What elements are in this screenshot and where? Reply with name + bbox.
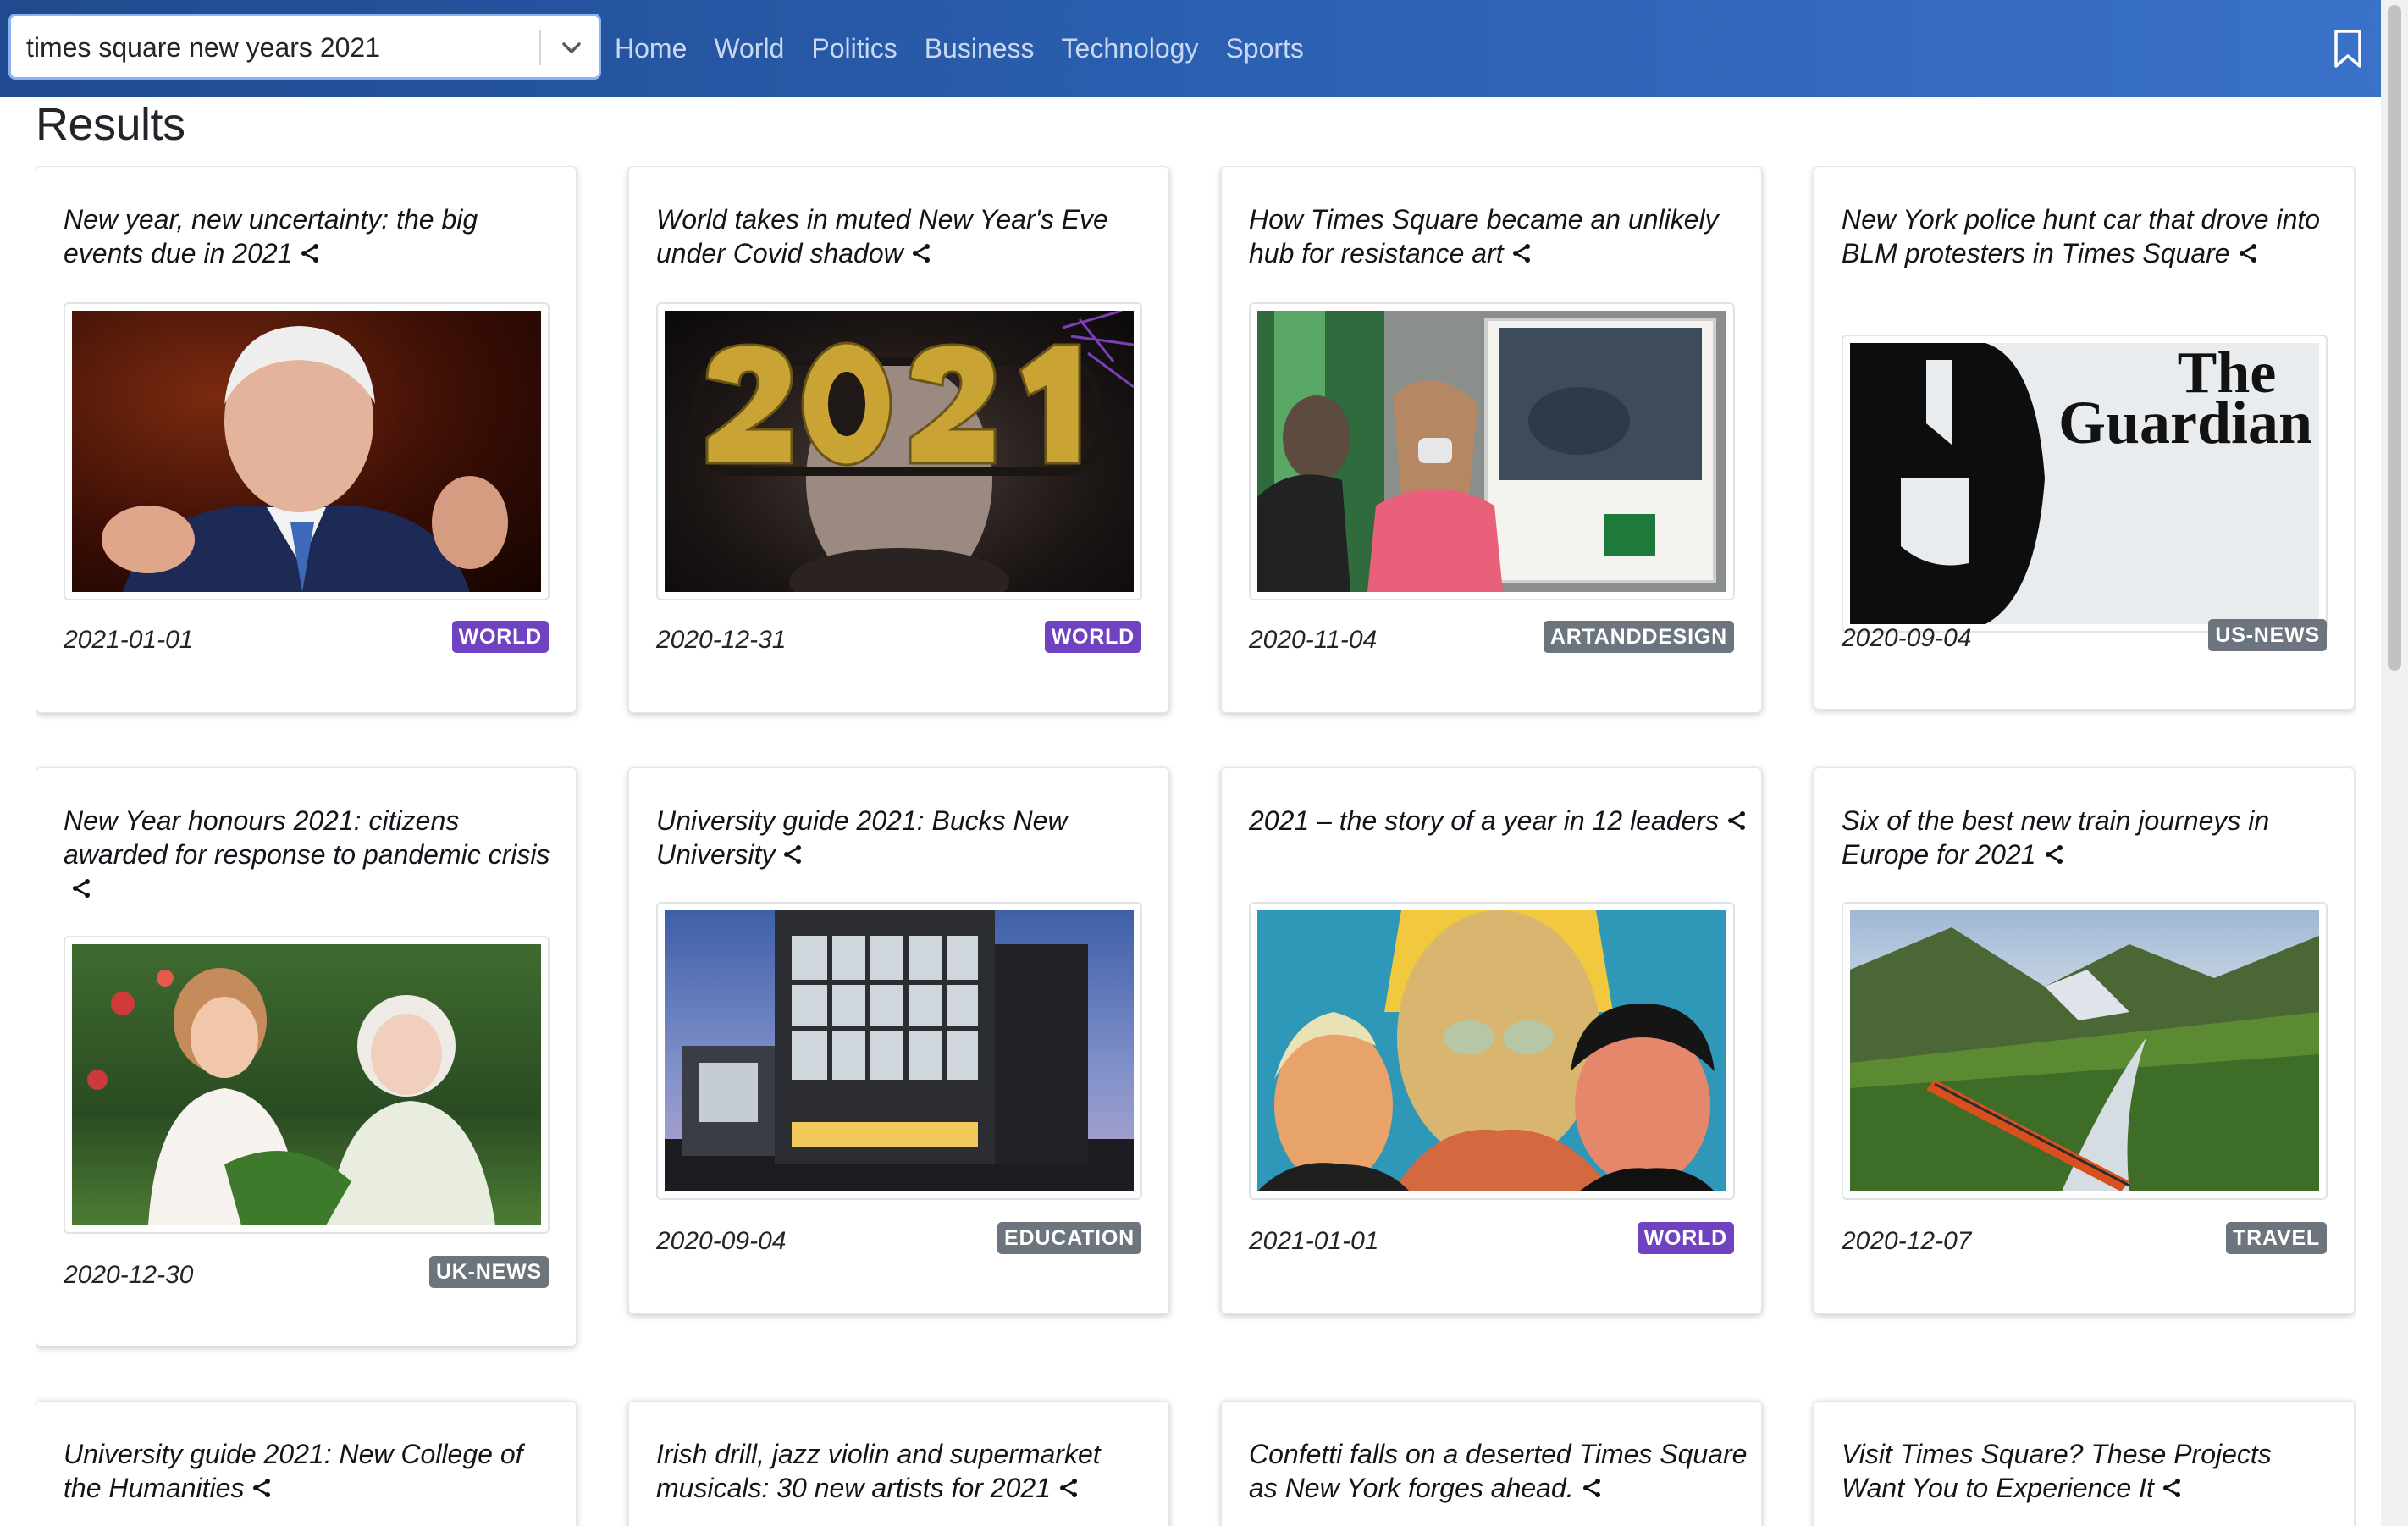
- result-card[interactable]: Visit Times Square? These Projects Want …: [1814, 1401, 2355, 1526]
- biden-photo: [72, 311, 541, 592]
- card-date: 2020-09-04: [1842, 624, 1972, 652]
- card-thumbnail[interactable]: [1842, 902, 2328, 1200]
- alpine-train-photo: [1850, 910, 2319, 1191]
- search-combobox[interactable]: [8, 14, 601, 80]
- svg-text:Guardian: Guardian: [2058, 389, 2312, 456]
- result-card[interactable]: 2021 – the story of a year in 12 leaders: [1221, 767, 1762, 1314]
- card-date: 2020-11-04: [1249, 626, 1378, 654]
- card-thumbnail[interactable]: [656, 902, 1142, 1200]
- card-date: 2020-12-30: [64, 1261, 194, 1289]
- card-title[interactable]: How Times Square became an unlikely hub …: [1249, 202, 1748, 270]
- card-title[interactable]: University guide 2021: Bucks New Univers…: [656, 804, 1156, 871]
- share-icon[interactable]: [299, 242, 321, 264]
- result-card[interactable]: University guide 2021: New College of th…: [36, 1401, 577, 1526]
- section-badge[interactable]: EDUCATION: [997, 1222, 1141, 1254]
- share-icon[interactable]: [781, 843, 804, 865]
- card-title[interactable]: University guide 2021: New College of th…: [64, 1437, 563, 1505]
- nav-home-link[interactable]: Home: [615, 33, 687, 64]
- card-thumbnail[interactable]: [1249, 902, 1735, 1200]
- nav-business-link[interactable]: Business: [925, 33, 1035, 64]
- card-thumbnail[interactable]: [1249, 302, 1735, 600]
- card-date: 2021-01-01: [1249, 1227, 1379, 1255]
- share-icon[interactable]: [70, 877, 92, 899]
- section-badge[interactable]: WORLD: [1637, 1222, 1734, 1254]
- results-grid: New year, new uncertainty: the big event…: [36, 166, 2356, 1526]
- share-icon[interactable]: [1726, 810, 1748, 832]
- card-title[interactable]: Confetti falls on a deserted Times Squar…: [1249, 1437, 1748, 1505]
- section-badge[interactable]: WORLD: [1044, 621, 1141, 653]
- share-icon[interactable]: [251, 1477, 273, 1499]
- section-badge[interactable]: US-NEWS: [2208, 619, 2327, 651]
- card-thumbnail[interactable]: [656, 302, 1142, 600]
- card-title[interactable]: Visit Times Square? These Projects Want …: [1842, 1437, 2341, 1505]
- search-divider: [539, 30, 541, 65]
- share-icon[interactable]: [910, 242, 932, 264]
- result-card[interactable]: World takes in muted New Year's Eve unde…: [628, 166, 1169, 713]
- share-icon[interactable]: [1511, 242, 1533, 264]
- university-building-photo: [665, 910, 1134, 1191]
- result-card[interactable]: New York police hunt car that drove into…: [1814, 166, 2355, 710]
- card-date: 2020-12-07: [1842, 1227, 1972, 1255]
- garden-women-photo: [72, 944, 541, 1225]
- card-title[interactable]: Six of the best new train journeys in Eu…: [1842, 804, 2341, 871]
- section-badge[interactable]: ARTANDDESIGN: [1543, 621, 1734, 653]
- card-title[interactable]: New York police hunt car that drove into…: [1842, 202, 2341, 270]
- leaders-illustration: [1257, 910, 1726, 1191]
- card-date: 2021-01-01: [64, 626, 194, 654]
- result-card[interactable]: New year, new uncertainty: the big event…: [36, 166, 577, 713]
- nav-politics-link[interactable]: Politics: [811, 33, 897, 64]
- result-card[interactable]: New Year honours 2021: citizens awarded …: [36, 767, 577, 1346]
- card-date: 2020-09-04: [656, 1227, 787, 1255]
- section-badge[interactable]: TRAVEL: [2226, 1222, 2327, 1254]
- share-icon[interactable]: [2237, 242, 2259, 264]
- result-card[interactable]: University guide 2021: Bucks New Univers…: [628, 767, 1169, 1314]
- nav-technology-link[interactable]: Technology: [1062, 33, 1199, 64]
- page-scrollbar[interactable]: [2381, 0, 2408, 1526]
- card-title[interactable]: New Year honours 2021: citizens awarded …: [64, 804, 563, 905]
- card-title[interactable]: Irish drill, jazz violin and supermarket…: [656, 1437, 1156, 1505]
- result-card[interactable]: Confetti falls on a deserted Times Squar…: [1221, 1401, 1762, 1526]
- section-badge[interactable]: WORLD: [451, 621, 549, 653]
- result-card[interactable]: Irish drill, jazz violin and supermarket…: [628, 1401, 1169, 1526]
- top-navbar: Home World Politics Business Technology …: [0, 0, 2408, 97]
- share-icon[interactable]: [1058, 1477, 1080, 1499]
- share-icon[interactable]: [2161, 1477, 2183, 1499]
- card-thumbnail[interactable]: [64, 302, 550, 600]
- card-date: 2020-12-31: [656, 626, 787, 654]
- card-title[interactable]: New year, new uncertainty: the big event…: [64, 202, 563, 270]
- scrollbar-thumb[interactable]: [2388, 5, 2401, 671]
- card-title[interactable]: World takes in muted New Year's Eve unde…: [656, 202, 1156, 270]
- times-square-street-photo: [1257, 311, 1726, 592]
- share-icon[interactable]: [1581, 1477, 1603, 1499]
- search-input[interactable]: [26, 23, 526, 72]
- nav-links: Home World Politics Business Technology …: [615, 0, 1331, 97]
- result-card[interactable]: Six of the best new train journeys in Eu…: [1814, 767, 2355, 1314]
- card-title[interactable]: 2021 – the story of a year in 12 leaders: [1249, 804, 1748, 838]
- bookmark-icon[interactable]: [2332, 29, 2364, 69]
- page-title: Results: [36, 99, 185, 150]
- share-icon[interactable]: [2043, 843, 2065, 865]
- new-year-glasses-photo: [665, 311, 1134, 592]
- section-badge[interactable]: UK-NEWS: [428, 1256, 549, 1288]
- chevron-down-icon[interactable]: [555, 33, 588, 64]
- the-guardian-logo: The Guardian: [1850, 343, 2319, 624]
- card-thumbnail[interactable]: [64, 936, 550, 1234]
- nav-world-link[interactable]: World: [714, 33, 784, 64]
- nav-sports-link[interactable]: Sports: [1225, 33, 1303, 64]
- result-card[interactable]: How Times Square became an unlikely hub …: [1221, 166, 1762, 713]
- card-thumbnail[interactable]: The Guardian: [1842, 335, 2328, 633]
